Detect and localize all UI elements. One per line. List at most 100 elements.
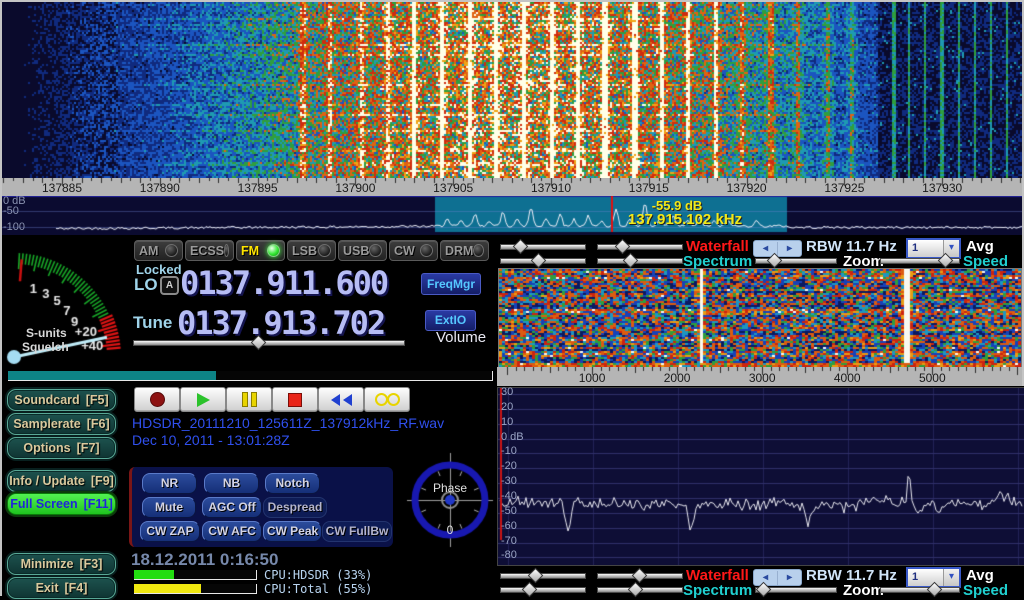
mode-button-lsb[interactable]: LSB bbox=[287, 240, 336, 261]
spectrum-brightness-slider-bottom[interactable] bbox=[500, 583, 586, 595]
spectrum-contrast-slider-top-track[interactable] bbox=[597, 258, 683, 264]
audio-freq-tick-label: 2000 bbox=[652, 372, 702, 384]
mode-led-icon bbox=[369, 244, 382, 257]
waterfall-contrast-slider-top-track[interactable] bbox=[597, 244, 683, 250]
audio-db-label: -50 bbox=[501, 506, 541, 517]
rf-freq-tick-label: 137895 bbox=[228, 182, 288, 194]
minimize-button[interactable]: Minimize[F3] bbox=[7, 553, 116, 575]
rf-spectrum-display[interactable] bbox=[0, 196, 1024, 235]
dsp-button-panel: NR NB Notch Mute AGC OffDespread CW ZAPCW AFC… bbox=[129, 467, 393, 547]
extio-button[interactable]: ExtIO bbox=[425, 310, 476, 331]
cw-zap-button[interactable]: CW ZAP bbox=[140, 521, 200, 542]
speed-slider-bottom-thumb[interactable] bbox=[927, 582, 943, 598]
spectrum-brightness-slider-top[interactable] bbox=[500, 254, 586, 266]
pause-button[interactable] bbox=[226, 387, 272, 412]
mode-button-usb[interactable]: USB bbox=[338, 240, 387, 261]
info-update-button[interactable]: Info / Update [F9] bbox=[7, 470, 116, 492]
mode-button-cw[interactable]: CW bbox=[389, 240, 438, 261]
rf-waterfall-display[interactable] bbox=[0, 0, 1024, 178]
rf-scale-labels: 1378851378901378951379001379051379101379… bbox=[0, 178, 1024, 196]
stop-button[interactable] bbox=[272, 387, 318, 412]
speed-slider-bottom[interactable] bbox=[880, 583, 960, 595]
zoom-label-bottom: Zoom bbox=[843, 583, 884, 598]
cw-afc-button[interactable]: CW AFC bbox=[202, 521, 262, 542]
audio-frequency-scale[interactable]: 10002000300040005000 bbox=[497, 367, 1024, 386]
mute-button[interactable]: Mute bbox=[142, 497, 196, 518]
audio-db-label: -20 bbox=[501, 461, 541, 472]
options-button[interactable]: Options[F7] bbox=[7, 437, 116, 459]
despread-button[interactable]: Despread bbox=[263, 497, 327, 518]
exit-button[interactable]: Exit[F4] bbox=[7, 577, 116, 599]
waterfall-brightness-slider-bottom-track[interactable] bbox=[500, 573, 586, 579]
waterfall-brightness-slider-top-thumb[interactable] bbox=[513, 239, 529, 255]
zoom-slider-top[interactable] bbox=[755, 254, 837, 266]
mode-button-label: ECSS bbox=[190, 244, 224, 258]
play-button[interactable] bbox=[180, 387, 226, 412]
mode-button-fm[interactable]: FM bbox=[236, 240, 285, 261]
left-button-label: Info / Update bbox=[9, 474, 85, 488]
lo-frequency-display[interactable]: 0137.911.600 bbox=[180, 266, 387, 300]
loop-button[interactable] bbox=[364, 387, 410, 412]
spectrum-brightness-slider-bottom-thumb[interactable] bbox=[522, 582, 538, 598]
volume-slider-thumb[interactable] bbox=[251, 335, 267, 351]
spectrum-brightness-slider-bottom-track[interactable] bbox=[500, 587, 586, 593]
nr-button[interactable]: NR bbox=[142, 473, 197, 494]
nb-button[interactable]: NB bbox=[204, 473, 259, 494]
spectrum-contrast-slider-top-thumb[interactable] bbox=[623, 253, 639, 269]
waterfall-contrast-slider-top[interactable] bbox=[597, 240, 683, 252]
loop-icon bbox=[375, 393, 388, 406]
spectrum-contrast-slider-top[interactable] bbox=[597, 254, 683, 266]
window-border-top bbox=[0, 0, 1024, 2]
audio-spectrum-display[interactable] bbox=[497, 387, 1024, 566]
freqmgr-button[interactable]: FreqMgr bbox=[421, 273, 481, 295]
speed-slider-top-thumb[interactable] bbox=[938, 253, 954, 269]
waterfall-brightness-slider-bottom[interactable] bbox=[500, 569, 586, 581]
spectrum-contrast-slider-bottom[interactable] bbox=[597, 583, 683, 595]
waterfall-contrast-slider-bottom-thumb[interactable] bbox=[632, 568, 648, 584]
local-datetime: 18.12.2011 0:16:50 bbox=[131, 551, 278, 568]
s-units-label: S-units bbox=[26, 327, 67, 339]
pause-icon bbox=[242, 392, 248, 407]
zoom-slider-top-thumb[interactable] bbox=[767, 253, 783, 269]
record-button[interactable] bbox=[134, 387, 180, 412]
speed-slider-top[interactable] bbox=[880, 254, 960, 266]
waterfall-contrast-slider-bottom[interactable] bbox=[597, 569, 683, 581]
full-screen-button[interactable]: Full Screen[F11] bbox=[7, 493, 116, 515]
soundcard-button[interactable]: Soundcard[F5] bbox=[7, 389, 116, 411]
zoom-slider-bottom[interactable] bbox=[755, 583, 837, 595]
speed-slider-bottom-track[interactable] bbox=[880, 587, 960, 593]
zoom-label-top: Zoom bbox=[843, 254, 884, 269]
squelch-level-bar[interactable] bbox=[8, 371, 493, 381]
squelch-label: Squelch bbox=[22, 341, 69, 353]
mode-button-label: LSB bbox=[292, 244, 317, 258]
waterfall-label-top: Waterfall bbox=[686, 239, 749, 254]
audio-freq-tick-label: 3000 bbox=[737, 372, 787, 384]
rewind-button[interactable] bbox=[318, 387, 364, 412]
samplerate-button[interactable]: Samplerate[F6] bbox=[7, 413, 116, 435]
agc-off-button[interactable]: AGC Off bbox=[202, 497, 262, 518]
waterfall-brightness-slider-bottom-thumb[interactable] bbox=[528, 568, 544, 584]
audio-waterfall-display[interactable] bbox=[498, 268, 1022, 368]
left-button-key: [F9] bbox=[91, 474, 114, 488]
tune-frequency-display[interactable]: 0137.913.702 bbox=[177, 306, 384, 340]
rf-freq-tick-label: 137925 bbox=[814, 182, 874, 194]
mode-button-am[interactable]: AM bbox=[134, 240, 183, 261]
volume-slider[interactable] bbox=[133, 336, 405, 348]
zoom-slider-bottom-thumb[interactable] bbox=[756, 582, 772, 598]
waterfall-brightness-slider-top[interactable] bbox=[500, 240, 586, 252]
audio-db-label: 30 bbox=[501, 387, 541, 398]
cw-fullbw-button[interactable]: CW FullBw bbox=[322, 521, 392, 542]
mode-button-drm[interactable]: DRM bbox=[440, 240, 489, 261]
s-meter[interactable] bbox=[0, 238, 130, 390]
cw-peak-button[interactable]: CW Peak bbox=[263, 521, 322, 542]
audio-db-label: 10 bbox=[501, 417, 541, 428]
spectrum-contrast-slider-bottom-thumb[interactable] bbox=[628, 582, 644, 598]
mode-button-ecss[interactable]: ECSS bbox=[185, 240, 234, 261]
notch-button[interactable]: Notch bbox=[265, 473, 320, 494]
volume-slider-track[interactable] bbox=[133, 340, 405, 346]
lo-auto-badge[interactable]: A bbox=[160, 276, 179, 295]
spectrum-brightness-slider-top-thumb[interactable] bbox=[531, 253, 547, 269]
rf-freq-tick-label: 137910 bbox=[521, 182, 581, 194]
waterfall-contrast-slider-top-thumb[interactable] bbox=[615, 239, 631, 255]
rf-frequency-scale[interactable]: 1378851378901378951379001379051379101379… bbox=[0, 178, 1024, 196]
